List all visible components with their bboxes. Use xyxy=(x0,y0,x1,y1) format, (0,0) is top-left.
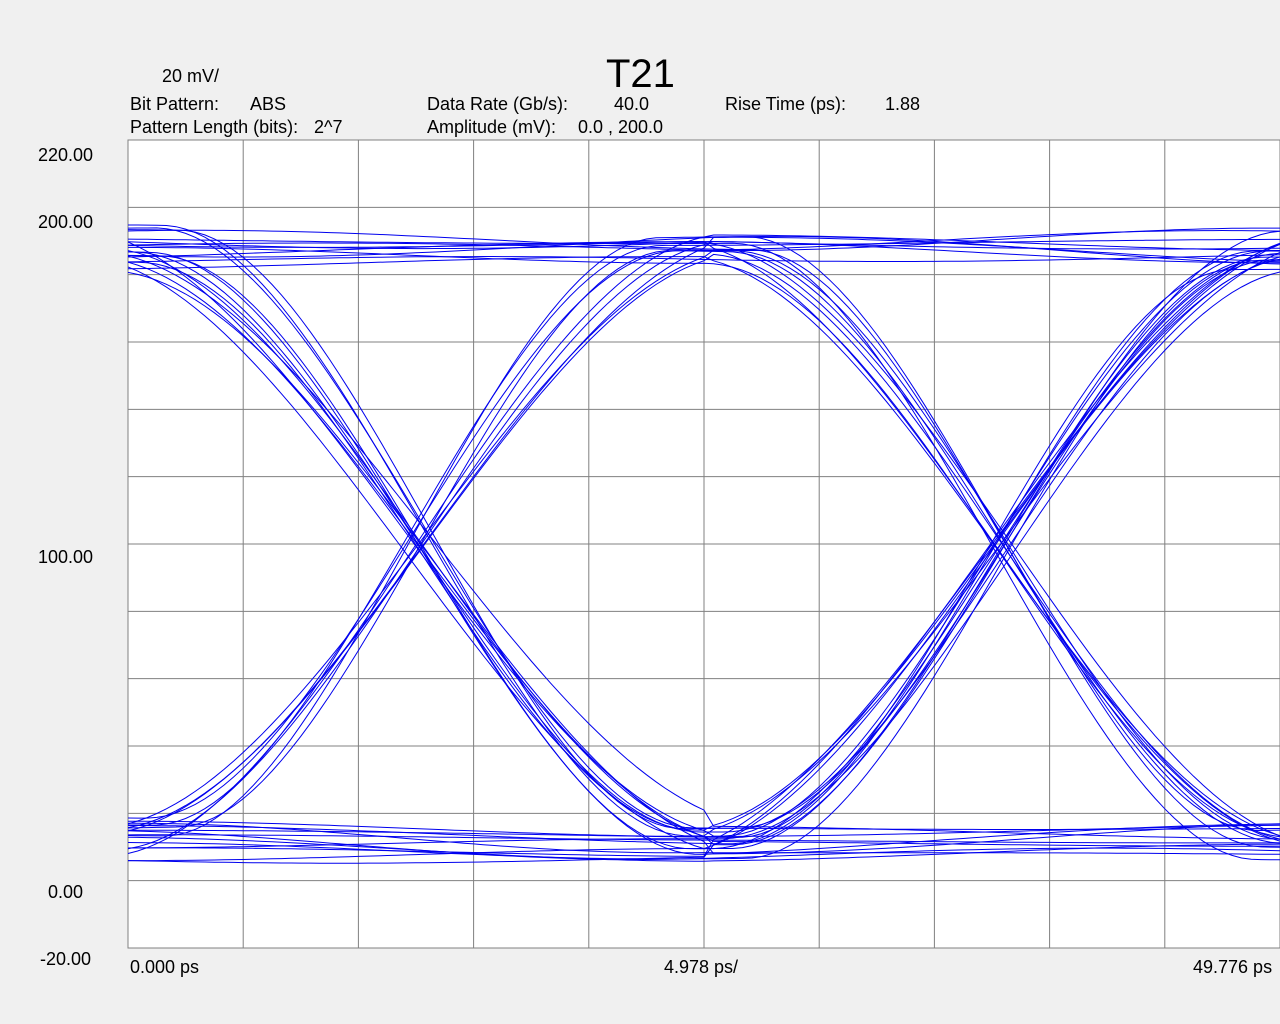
y-tick-label: -20.00 xyxy=(39,949,91,969)
y-tick-label: 200.00 xyxy=(37,212,93,232)
eye-diagram-plot xyxy=(127,139,1280,949)
x-tick-label: 0.000 ps xyxy=(130,957,200,977)
y-tick-label: 220.00 xyxy=(37,145,93,165)
x-tick-label: 4.978 ps/ xyxy=(664,957,739,977)
y-tick-label: 0.00 xyxy=(47,882,83,902)
y-tick-label: 100.00 xyxy=(37,547,93,567)
x-tick-label: 49.776 ps xyxy=(1193,957,1273,977)
